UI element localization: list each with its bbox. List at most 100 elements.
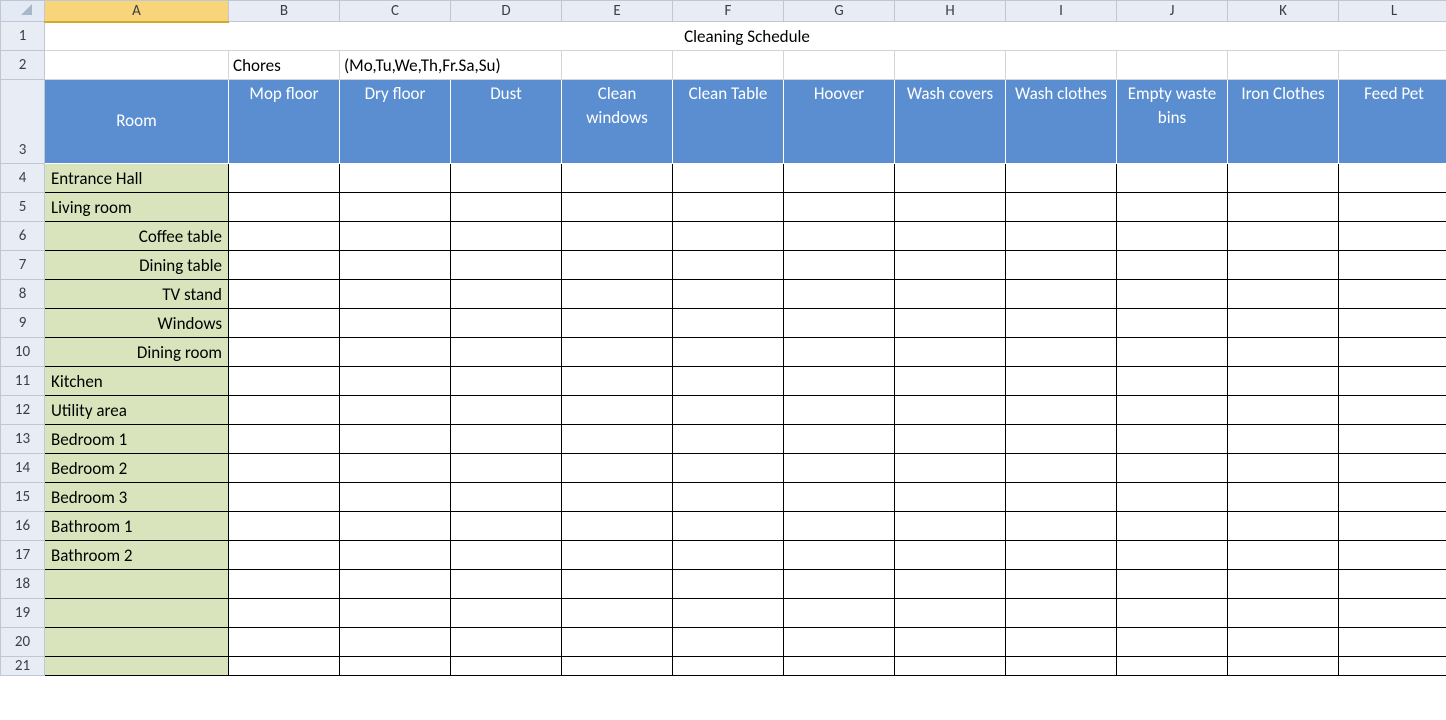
- data-cell[interactable]: [1339, 193, 1446, 222]
- data-cell[interactable]: [451, 251, 562, 280]
- data-cell[interactable]: [673, 309, 784, 338]
- data-cell[interactable]: [1228, 454, 1339, 483]
- select-all-corner[interactable]: [1, 1, 45, 22]
- data-cell[interactable]: [340, 425, 451, 454]
- data-cell[interactable]: [562, 454, 673, 483]
- data-cell[interactable]: [562, 396, 673, 425]
- data-cell[interactable]: [229, 309, 340, 338]
- column-header-F[interactable]: F: [673, 1, 784, 22]
- data-cell[interactable]: [1339, 251, 1446, 280]
- data-cell[interactable]: [340, 657, 451, 676]
- data-cell[interactable]: [784, 396, 895, 425]
- data-cell[interactable]: [673, 628, 784, 657]
- data-cell[interactable]: [340, 396, 451, 425]
- data-cell[interactable]: [1228, 251, 1339, 280]
- data-cell[interactable]: [1339, 280, 1446, 309]
- data-cell[interactable]: [451, 425, 562, 454]
- header-C[interactable]: Dry floor: [340, 80, 451, 164]
- column-header-D[interactable]: D: [451, 1, 562, 22]
- data-cell[interactable]: [1339, 483, 1446, 512]
- data-cell[interactable]: [562, 541, 673, 570]
- data-cell[interactable]: [673, 599, 784, 628]
- data-cell[interactable]: [895, 512, 1006, 541]
- data-cell[interactable]: [229, 599, 340, 628]
- data-cell[interactable]: [1228, 193, 1339, 222]
- data-cell[interactable]: [673, 251, 784, 280]
- data-cell[interactable]: [1339, 338, 1446, 367]
- data-cell[interactable]: [340, 251, 451, 280]
- data-cell[interactable]: [1228, 570, 1339, 599]
- data-cell[interactable]: [340, 628, 451, 657]
- column-header-H[interactable]: H: [895, 1, 1006, 22]
- data-cell[interactable]: [1228, 396, 1339, 425]
- data-cell[interactable]: [673, 222, 784, 251]
- data-cell[interactable]: [1006, 628, 1117, 657]
- data-cell[interactable]: [1117, 193, 1228, 222]
- data-cell[interactable]: [1006, 483, 1117, 512]
- data-cell[interactable]: [673, 454, 784, 483]
- column-header-B[interactable]: B: [229, 1, 340, 22]
- row-header-18[interactable]: 18: [1, 570, 45, 599]
- data-cell[interactable]: [1228, 309, 1339, 338]
- data-cell[interactable]: [895, 338, 1006, 367]
- title-cell[interactable]: Cleaning Schedule: [45, 22, 1446, 51]
- data-cell[interactable]: [1228, 425, 1339, 454]
- header-L[interactable]: Feed Pet: [1339, 80, 1446, 164]
- data-cell[interactable]: [895, 367, 1006, 396]
- data-cell[interactable]: [340, 454, 451, 483]
- data-cell[interactable]: [1339, 454, 1446, 483]
- data-cell[interactable]: [673, 367, 784, 396]
- data-cell[interactable]: [1117, 657, 1228, 676]
- column-header-I[interactable]: I: [1006, 1, 1117, 22]
- data-cell[interactable]: [1339, 425, 1446, 454]
- data-cell[interactable]: [1117, 222, 1228, 251]
- data-cell[interactable]: [1339, 541, 1446, 570]
- data-cell[interactable]: [229, 657, 340, 676]
- cell-A2[interactable]: [45, 51, 229, 80]
- data-cell[interactable]: [1228, 367, 1339, 396]
- data-cell[interactable]: [451, 599, 562, 628]
- data-cell[interactable]: [895, 396, 1006, 425]
- data-cell[interactable]: [229, 251, 340, 280]
- header-E[interactable]: Clean windows: [562, 80, 673, 164]
- data-cell[interactable]: [1117, 338, 1228, 367]
- row-header-1[interactable]: 1: [1, 22, 45, 51]
- data-cell[interactable]: [340, 222, 451, 251]
- cell-H2[interactable]: [895, 51, 1006, 80]
- row-header-2[interactable]: 2: [1, 51, 45, 80]
- row-header-6[interactable]: 6: [1, 222, 45, 251]
- room-cell[interactable]: Bathroom 1: [45, 512, 229, 541]
- cell-K2[interactable]: [1228, 51, 1339, 80]
- row-header-21[interactable]: 21: [1, 657, 45, 676]
- data-cell[interactable]: [451, 280, 562, 309]
- data-cell[interactable]: [562, 222, 673, 251]
- cell-J2[interactable]: [1117, 51, 1228, 80]
- data-cell[interactable]: [1228, 599, 1339, 628]
- data-cell[interactable]: [1228, 280, 1339, 309]
- data-cell[interactable]: [1006, 570, 1117, 599]
- row-header-14[interactable]: 14: [1, 454, 45, 483]
- data-cell[interactable]: [451, 628, 562, 657]
- room-cell[interactable]: Living room: [45, 193, 229, 222]
- data-cell[interactable]: [784, 280, 895, 309]
- data-cell[interactable]: [229, 425, 340, 454]
- row-header-9[interactable]: 9: [1, 309, 45, 338]
- row-header-16[interactable]: 16: [1, 512, 45, 541]
- data-cell[interactable]: [340, 193, 451, 222]
- data-cell[interactable]: [895, 251, 1006, 280]
- data-cell[interactable]: [1006, 599, 1117, 628]
- data-cell[interactable]: [673, 570, 784, 599]
- data-cell[interactable]: [1117, 367, 1228, 396]
- row-header-7[interactable]: 7: [1, 251, 45, 280]
- data-cell[interactable]: [1117, 541, 1228, 570]
- data-cell[interactable]: [673, 193, 784, 222]
- data-cell[interactable]: [895, 599, 1006, 628]
- data-cell[interactable]: [562, 367, 673, 396]
- data-cell[interactable]: [562, 628, 673, 657]
- data-cell[interactable]: [229, 512, 340, 541]
- data-cell[interactable]: [784, 425, 895, 454]
- data-cell[interactable]: [895, 541, 1006, 570]
- data-cell[interactable]: [229, 570, 340, 599]
- header-H[interactable]: Wash covers: [895, 80, 1006, 164]
- data-cell[interactable]: [340, 483, 451, 512]
